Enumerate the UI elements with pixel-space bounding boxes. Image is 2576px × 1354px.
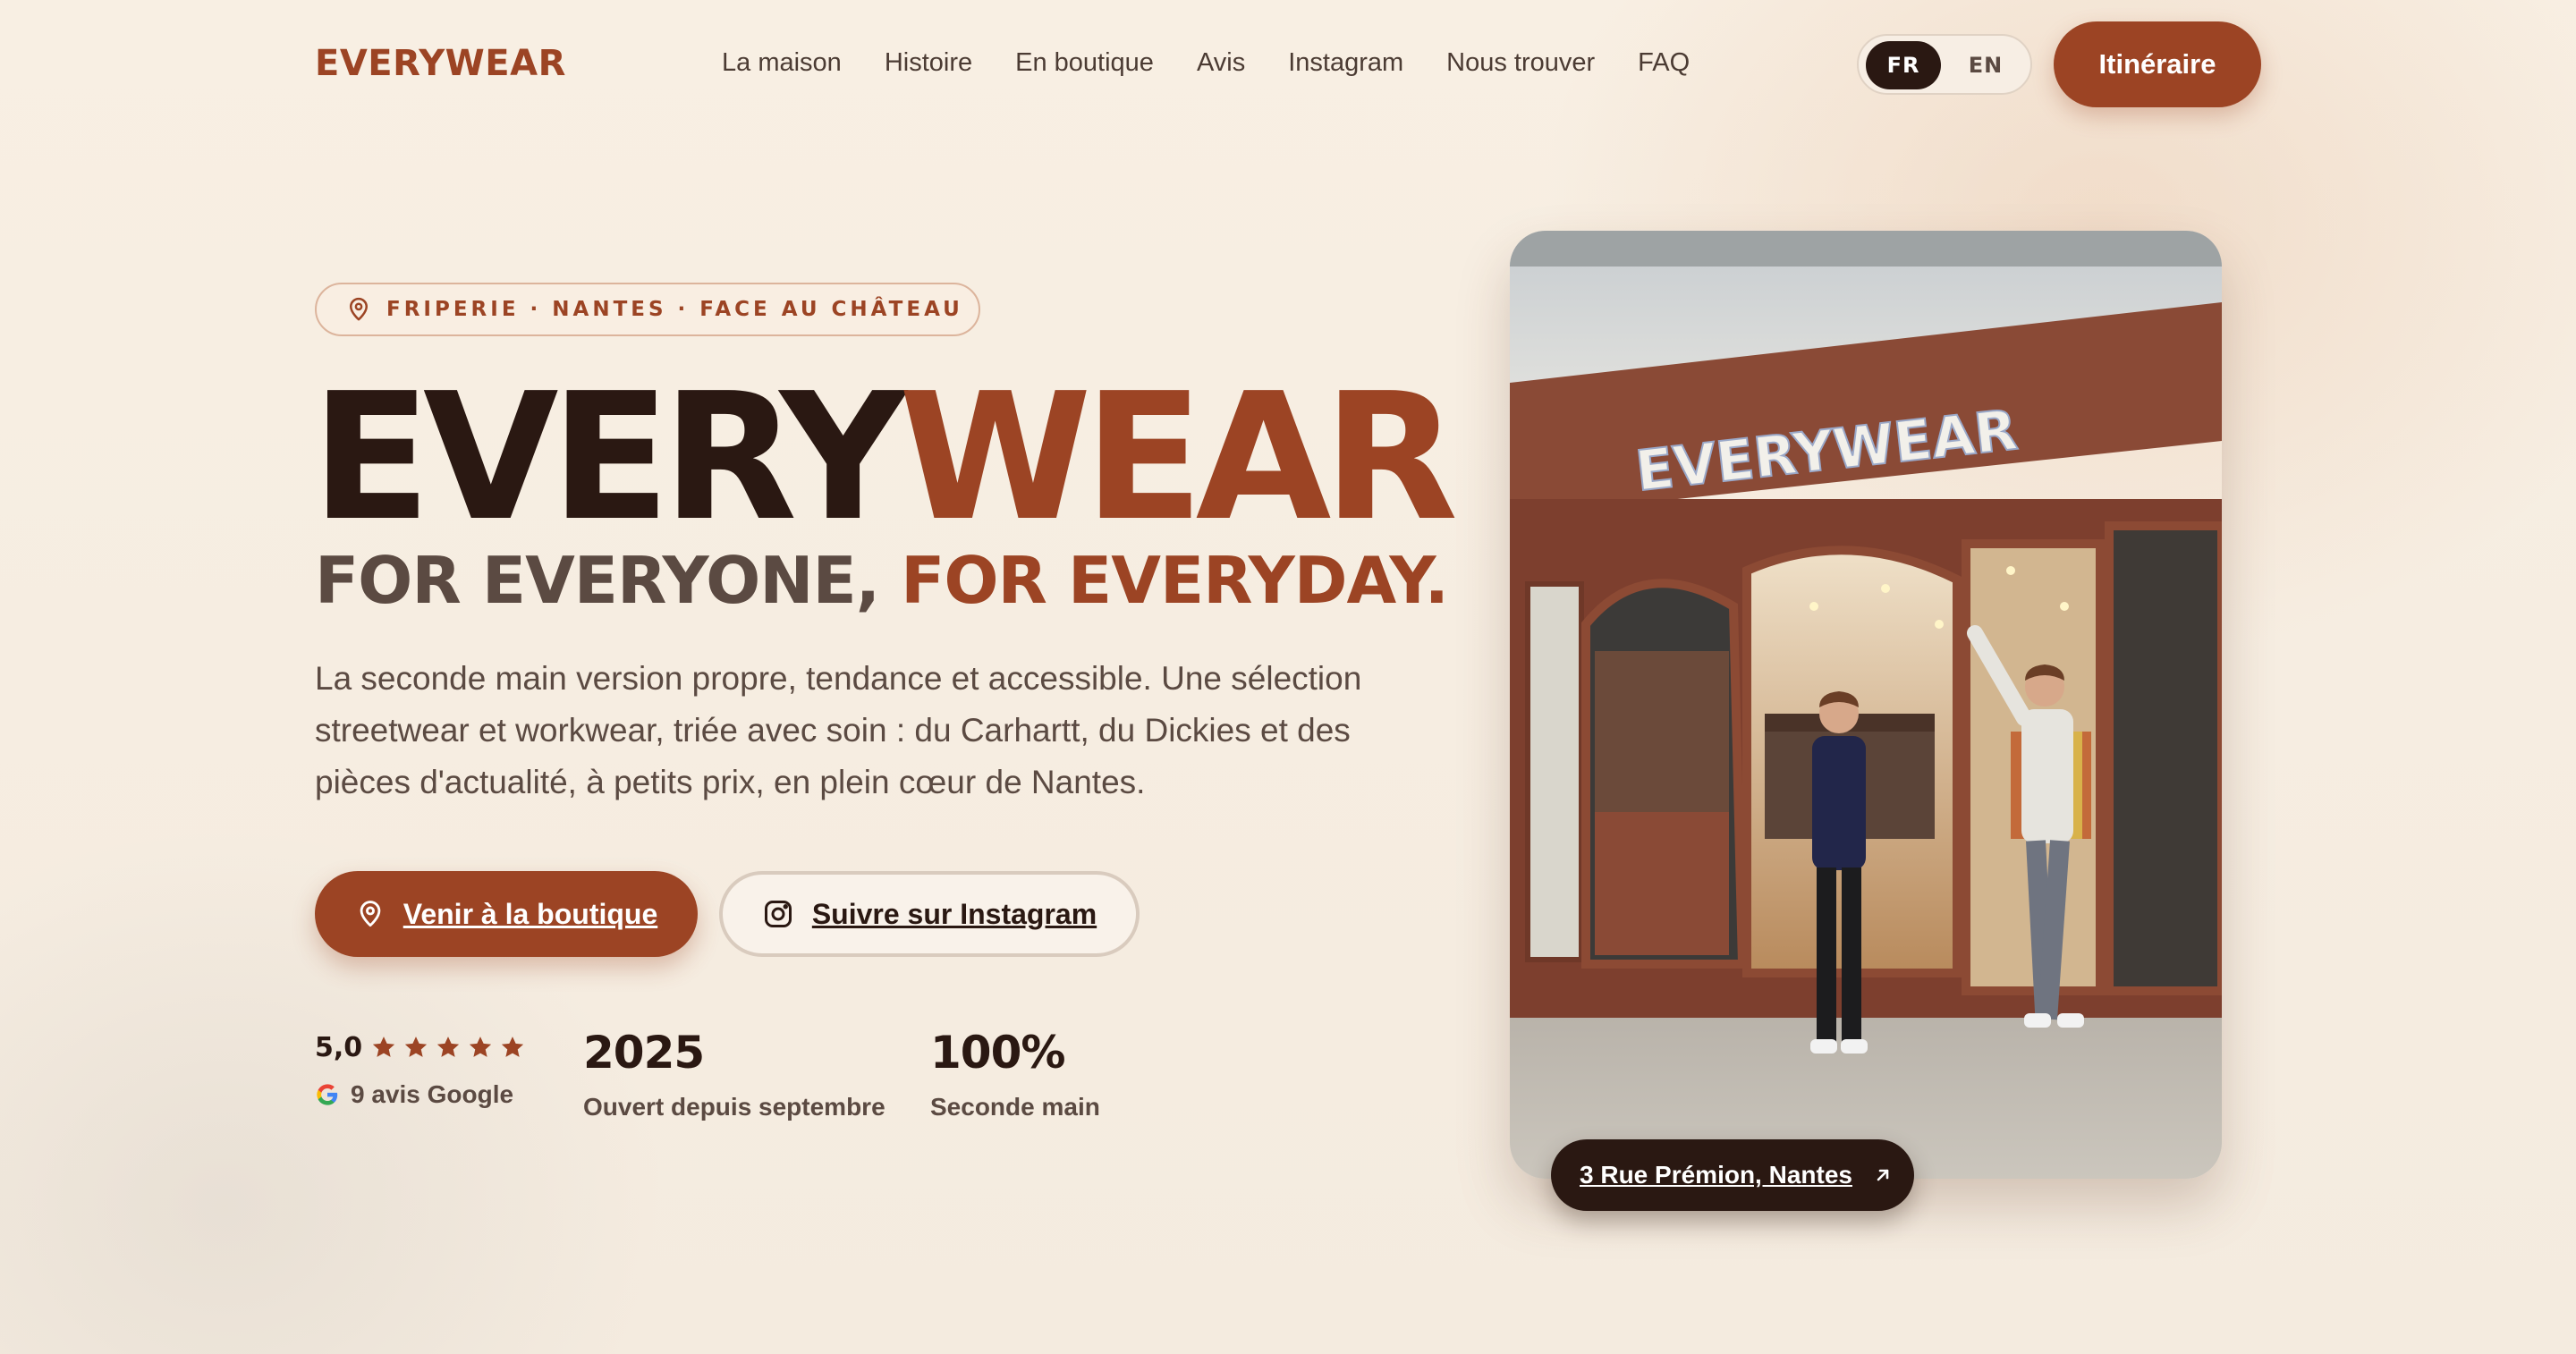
opened-year: 2025 [583, 1027, 705, 1079]
hero-subtitle-part-1: FOR EVERYONE, [315, 543, 880, 618]
nav-link-faq[interactable]: FAQ [1638, 48, 1690, 78]
google-icon [317, 1084, 338, 1105]
nav-link-avis[interactable]: Avis [1197, 48, 1245, 78]
main-nav: La maison Histoire En boutique Avis Inst… [722, 48, 1733, 78]
address-text: 3 Rue Prémion, Nantes [1580, 1161, 1852, 1189]
location-tag-text: FRIPERIE · NANTES · FACE AU CHÂTEAU [386, 298, 963, 321]
nav-link-la-maison[interactable]: La maison [722, 48, 842, 78]
nav-link-instagram[interactable]: Instagram [1288, 48, 1403, 78]
nav-link-en-boutique[interactable]: En boutique [1015, 48, 1154, 78]
storefront-photo: EVERYWEAR [1510, 231, 2222, 1179]
rating-value: 5,0 [315, 1032, 363, 1063]
address-pill[interactable]: 3 Rue Prémion, Nantes [1551, 1139, 1914, 1211]
google-reviews-count: 9 avis Google [351, 1080, 514, 1108]
lang-en-button[interactable]: EN [1948, 41, 2023, 89]
itinerary-button[interactable]: Itinéraire [2054, 21, 2261, 107]
star-icon [436, 1037, 460, 1057]
star-icon [372, 1037, 395, 1057]
secondhand-percent: 100% [930, 1027, 1065, 1079]
nav-link-nous-trouver[interactable]: Nous trouver [1446, 48, 1595, 78]
hero-subtitle-part-2: FOR EVERYDAY. [901, 543, 1449, 618]
visit-store-button[interactable]: Venir à la boutique [315, 871, 698, 957]
visit-store-label: Venir à la boutique [402, 897, 658, 930]
hero-description: La seconde main version propre, tendance… [315, 660, 1362, 800]
hero-title-every: EVERY [311, 356, 907, 560]
site-logo[interactable]: EVERYWEAR [315, 43, 566, 84]
lang-fr-button[interactable]: FR [1866, 41, 1941, 89]
location-tag: FRIPERIE · NANTES · FACE AU CHÂTEAU [315, 283, 980, 336]
star-icon [501, 1037, 524, 1057]
instagram-icon [764, 901, 792, 927]
hero-title-wear: WEAR [898, 356, 1459, 560]
secondhand-label: Seconde main [930, 1093, 1100, 1121]
instagram-follow-label: Suivre sur Instagram [811, 897, 1097, 930]
storefront-illustration: EVERYWEAR [1510, 231, 2222, 1179]
instagram-follow-button[interactable]: Suivre sur Instagram [719, 871, 1140, 957]
hero-title: EVERYWEAR [311, 368, 1458, 547]
hero-subtitle: FOR EVERYONE, FOR EVERYDAY. [315, 540, 1449, 621]
star-icon [404, 1037, 428, 1057]
language-switcher: FR EN [1857, 34, 2032, 95]
location-pin-icon [350, 297, 368, 321]
location-pin-icon [360, 901, 381, 927]
nav-link-histoire[interactable]: Histoire [885, 48, 972, 78]
rating-stars [370, 1034, 526, 1061]
star-icon [469, 1037, 492, 1057]
opened-label: Ouvert depuis septembre [583, 1093, 886, 1121]
arrow-up-right-icon [1877, 1169, 1889, 1181]
